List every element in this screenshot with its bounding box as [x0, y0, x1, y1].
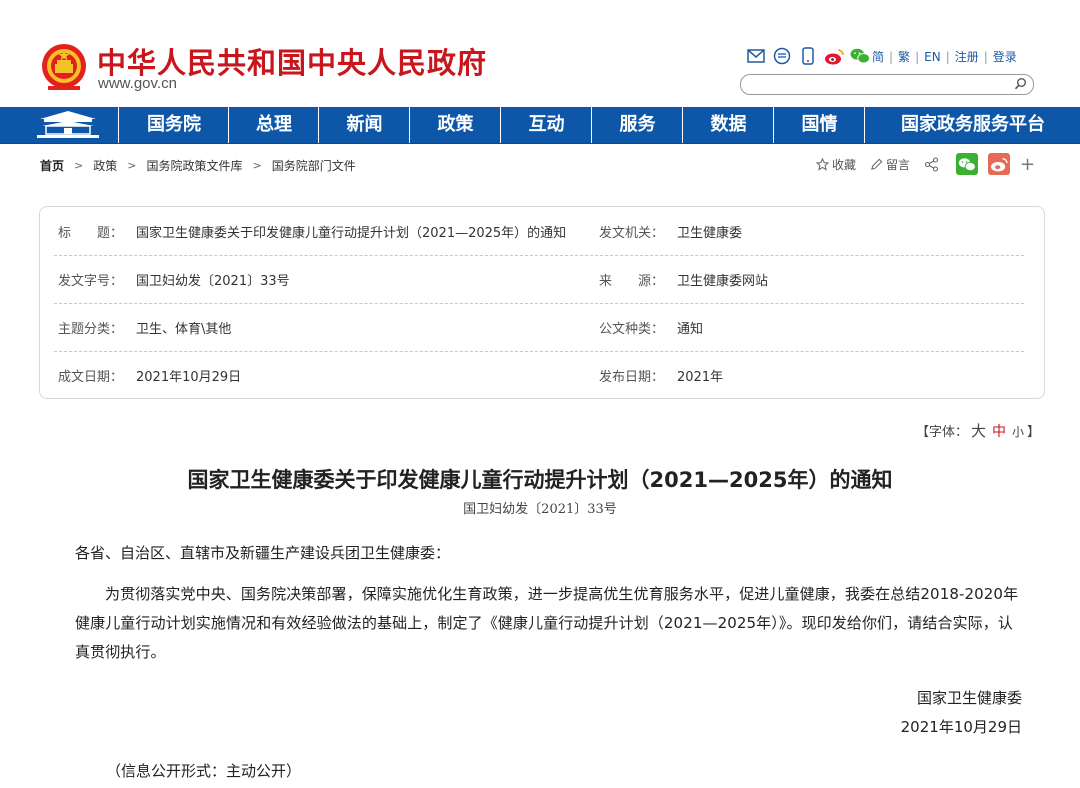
- pencil-icon: [871, 158, 883, 170]
- breadcrumb: 首页 > 政策 > 国务院政策文件库 > 国务院部门文件: [40, 157, 356, 174]
- source-value: 卫生健康委网站: [677, 274, 769, 289]
- info-row: 发文字号： 国卫妇幼发〔2021〕33号 来 源： 卫生健康委网站: [54, 255, 1024, 304]
- info-row: 成文日期： 2021年10月29日 发布日期： 2021年: [54, 351, 1024, 399]
- top-link-bar: 简 | 繁 | EN | 注册 | 登录: [872, 48, 1017, 65]
- breadcrumb-dept-documents[interactable]: 国务院部门文件: [272, 157, 356, 174]
- comment-label: 留言: [886, 157, 911, 172]
- document-info-table: 标 题： 国家卫生健康委关于印发健康儿童行动提升计划（2021—2025年）的通…: [39, 206, 1045, 399]
- breadcrumb-home[interactable]: 首页: [40, 157, 64, 174]
- topic-label: 主题分类：: [58, 322, 124, 337]
- share-more-button[interactable]: +: [1020, 154, 1035, 175]
- star-icon: [816, 157, 829, 171]
- top-icon-bar: [746, 46, 876, 66]
- lang-english-link[interactable]: EN: [924, 50, 941, 64]
- font-size-prefix: 【字体：: [915, 425, 968, 440]
- article-salutation: 各省、自治区、直辖市及新疆生产建设兵团卫生健康委：: [75, 544, 451, 562]
- chevron-right-icon: >: [127, 159, 137, 172]
- favorite-label: 收藏: [832, 157, 857, 172]
- font-size-small-button[interactable]: 小: [1012, 425, 1024, 439]
- national-emblem-icon[interactable]: [40, 42, 88, 94]
- font-size-suffix: 】: [1026, 425, 1040, 440]
- site-header: 中华人民共和国中央人民政府 www.gov.cn 简 | 繁 | EN | 注册 | 登…: [0, 0, 1080, 108]
- login-link[interactable]: 登录: [993, 48, 1017, 65]
- nav-item-news[interactable]: 新闻: [318, 107, 410, 143]
- title-label: 标 题：: [58, 226, 124, 241]
- share-button[interactable]: [924, 156, 942, 172]
- wechat-icon: [958, 157, 976, 171]
- disclosure-note: （信息公开形式：主动公开）: [106, 762, 302, 780]
- doc-type-label: 公文种类：: [599, 322, 665, 337]
- search-input[interactable]: [751, 76, 1015, 96]
- info-row: 主题分类： 卫生、体育\其他 公文种类： 通知: [54, 303, 1024, 352]
- written-date-label: 成文日期：: [58, 370, 124, 385]
- nav-item-national-conditions[interactable]: 国情: [773, 107, 865, 143]
- favorite-button[interactable]: 收藏: [816, 156, 856, 173]
- register-link[interactable]: 注册: [955, 48, 979, 65]
- share-weibo-button[interactable]: [988, 153, 1011, 175]
- share-wechat-button[interactable]: [956, 153, 979, 175]
- issuer-value: 卫生健康委: [677, 226, 743, 241]
- chat-bubble-icon[interactable]: [772, 47, 792, 65]
- nav-item-data[interactable]: 数据: [682, 107, 774, 143]
- chevron-right-icon: >: [252, 159, 262, 172]
- lang-traditional-link[interactable]: 繁: [898, 48, 910, 65]
- nav-item-policy[interactable]: 政策: [409, 107, 501, 143]
- article-body: 为贯彻落实党中央、国务院决策部署，保障实施优化生育政策，进一步提高优生优育服务水…: [75, 585, 1019, 661]
- breadcrumb-policy-library[interactable]: 国务院政策文件库: [146, 157, 242, 174]
- docno-label: 发文字号：: [58, 274, 124, 289]
- chevron-right-icon: >: [74, 159, 84, 172]
- mail-icon[interactable]: [746, 47, 766, 65]
- main-nav: 国务院 总理 新闻 政策 互动 服务 数据 国情 国家政务服务平台: [0, 107, 1080, 144]
- doc-type-value: 通知: [677, 322, 704, 337]
- site-url[interactable]: www.gov.cn: [98, 75, 177, 92]
- article-signature-date: 2021年10月29日: [900, 718, 1022, 736]
- nav-item-premier[interactable]: 总理: [228, 107, 319, 143]
- written-date-value: 2021年10月29日: [136, 370, 242, 385]
- search-box: [740, 74, 1034, 96]
- topic-value: 卫生、体育\其他: [136, 322, 232, 337]
- wechat-icon[interactable]: [850, 47, 870, 65]
- weibo-icon: [991, 157, 1008, 172]
- weibo-icon[interactable]: [824, 47, 844, 65]
- share-toolbar: 收藏 留言 +: [816, 153, 1049, 175]
- source-label: 来 源：: [599, 274, 665, 289]
- title-value: 国家卫生健康委关于印发健康儿童行动提升计划（2021—2025年）的通知: [136, 226, 567, 241]
- nav-item-interaction[interactable]: 互动: [500, 107, 592, 143]
- info-row: 标 题： 国家卫生健康委关于印发健康儿童行动提升计划（2021—2025年）的通…: [54, 207, 1024, 256]
- published-date-label: 发布日期：: [599, 370, 665, 385]
- docno-value: 国卫妇幼发〔2021〕33号: [136, 274, 290, 289]
- breadcrumb-policy[interactable]: 政策: [93, 157, 117, 174]
- nav-item-state-council[interactable]: 国务院: [118, 107, 229, 143]
- comment-button[interactable]: 留言: [870, 156, 910, 173]
- mobile-phone-icon[interactable]: [798, 47, 818, 65]
- article-doc-number: 国卫妇幼发〔2021〕33号: [463, 502, 617, 517]
- article-signature-org: 国家卫生健康委: [916, 689, 1022, 707]
- nav-item-services[interactable]: 服务: [591, 107, 683, 143]
- published-date-value: 2021年: [677, 370, 724, 385]
- search-icon[interactable]: [1014, 77, 1028, 91]
- font-size-large-button[interactable]: 大: [971, 422, 986, 440]
- issuer-label: 发文机关：: [599, 226, 665, 241]
- nav-item-gov-service-platform[interactable]: 国家政务服务平台: [864, 107, 1080, 143]
- article-title: 国家卫生健康委关于印发健康儿童行动提升计划（2021—2025年）的通知: [187, 468, 893, 492]
- zhongnanhai-gate-icon[interactable]: [34, 109, 102, 141]
- font-size-switcher: 【字体：大中小】: [916, 420, 1040, 441]
- lang-simplified-link[interactable]: 简: [872, 48, 884, 65]
- share-icon: [924, 156, 939, 172]
- font-size-medium-button[interactable]: 中: [992, 424, 1006, 440]
